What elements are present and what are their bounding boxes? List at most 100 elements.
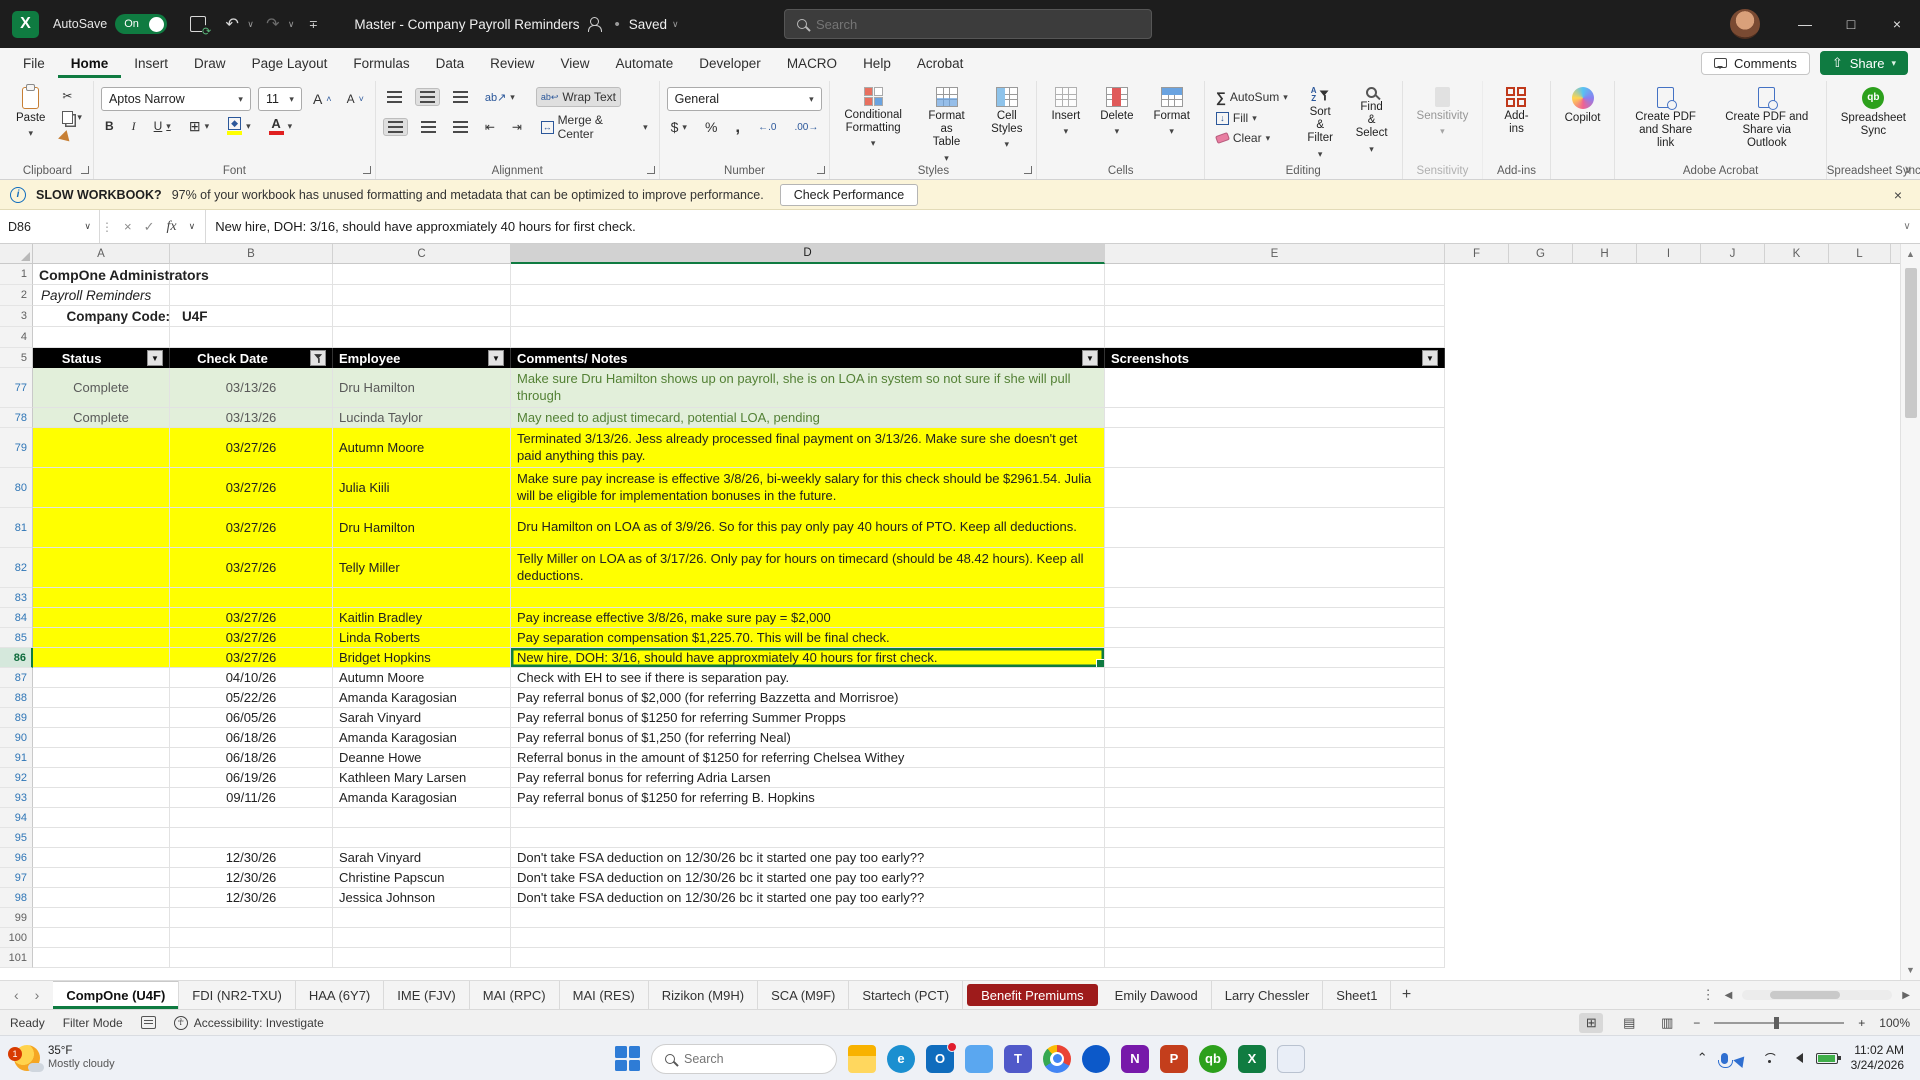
cell-note[interactable]: Don't take FSA deduction on 12/30/26 bc …	[511, 848, 1105, 868]
minimize-button[interactable]: —	[1782, 0, 1828, 48]
cell-employee[interactable]: Christine Papscun	[333, 868, 511, 888]
increase-decimal-button[interactable]: ←.0	[754, 120, 780, 135]
cell-employee[interactable]	[333, 928, 511, 948]
normal-view-button[interactable]: ⊞	[1579, 1012, 1604, 1033]
search-box[interactable]	[784, 9, 1152, 39]
cell-status[interactable]	[33, 808, 170, 828]
cell-employee[interactable]: Autumn Moore	[333, 428, 511, 468]
format-painter-button[interactable]	[58, 130, 86, 150]
cell-screenshots[interactable]	[1105, 948, 1445, 968]
sheet-tab-mai-rpc-[interactable]: MAI (RPC)	[470, 981, 560, 1009]
spreadsheet-sync-button[interactable]: qb Spreadsheet Sync	[1834, 83, 1913, 142]
alignment-dialog-launcher[interactable]	[646, 166, 655, 174]
page-break-view-button[interactable]: ▥	[1655, 1013, 1679, 1033]
row-number[interactable]: 3	[0, 306, 33, 327]
cell-status[interactable]	[33, 668, 170, 688]
sheet-tab-larry-chessler[interactable]: Larry Chessler	[1212, 981, 1324, 1009]
cell-employee[interactable]	[333, 948, 511, 968]
cancel-entry-icon[interactable]: ×	[124, 219, 132, 234]
taskbar-app-onenote-icon[interactable]: N	[1121, 1044, 1149, 1073]
saved-status[interactable]: Saved	[629, 17, 667, 32]
taskbar-app-powerpoint-icon[interactable]: P	[1160, 1044, 1188, 1073]
page-layout-view-button[interactable]: ▤	[1617, 1013, 1641, 1033]
cell-status[interactable]	[33, 768, 170, 788]
cell-note[interactable]: Pay separation compensation $1,225.70. T…	[511, 628, 1105, 648]
addins-button[interactable]: Add-ins	[1490, 83, 1542, 140]
cell-employee[interactable]: Jessica Johnson	[333, 888, 511, 908]
redo-button[interactable]: ↷	[258, 9, 288, 39]
top-align-button[interactable]	[383, 89, 406, 105]
column-header-F[interactable]: F	[1445, 244, 1509, 264]
zoom-level[interactable]: 100%	[1879, 1016, 1910, 1030]
insert-function-icon[interactable]: fx	[167, 219, 177, 235]
column-header-E[interactable]: E	[1105, 244, 1445, 264]
cell-employee[interactable]: Sarah Vinyard	[333, 708, 511, 728]
sheet-nav-next-icon[interactable]: ›	[35, 987, 40, 1003]
decrease-font-button[interactable]: A ˅	[343, 90, 368, 108]
cell-check-date[interactable]	[170, 828, 333, 848]
find-select-button[interactable]: Find & Select ▾	[1349, 83, 1395, 158]
cell-check-date[interactable]: 06/05/26	[170, 708, 333, 728]
row-number[interactable]: 91	[0, 748, 33, 768]
taskbar-app-notepad-icon[interactable]	[1277, 1044, 1305, 1073]
row-number[interactable]: 89	[0, 708, 33, 728]
ribbon-tab-draw[interactable]: Draw	[181, 48, 239, 78]
format-cells-button[interactable]: Format ▾	[1146, 83, 1196, 141]
horizontal-scroll-thumb[interactable]	[1770, 991, 1841, 999]
cell-check-date[interactable]: 04/10/26	[170, 668, 333, 688]
number-dialog-launcher[interactable]	[817, 166, 826, 174]
cell-check-date[interactable]: 03/27/26	[170, 648, 333, 668]
cell-screenshots[interactable]	[1105, 728, 1445, 748]
cell-check-date[interactable]: 03/27/26	[170, 508, 333, 548]
row-number[interactable]: 4	[0, 327, 33, 348]
row-number[interactable]: 78	[0, 408, 33, 428]
cell-note[interactable]: Make sure pay increase is effective 3/8/…	[511, 468, 1105, 508]
copy-button[interactable]: ▾	[58, 109, 86, 126]
sheet-tab-menu-icon[interactable]: ⋮	[1702, 987, 1715, 1003]
cell-employee[interactable]: Amanda Karagosian	[333, 688, 511, 708]
hscroll-left-icon[interactable]: ◀	[1725, 990, 1733, 1001]
microphone-tray-icon[interactable]	[1717, 1052, 1733, 1068]
cell-employee[interactable]: Linda Roberts	[333, 628, 511, 648]
cell-employee[interactable]	[333, 588, 511, 608]
decrease-decimal-button[interactable]: .00→	[790, 120, 822, 135]
cell[interactable]	[511, 264, 1105, 285]
sheet-tab-fdi-nr2-txu-[interactable]: FDI (NR2-TXU)	[179, 981, 296, 1009]
cell-check-date[interactable]: 03/27/26	[170, 548, 333, 588]
sheet-tab-haa-6y7-[interactable]: HAA (6Y7)	[296, 981, 385, 1009]
column-header-K[interactable]: K	[1765, 244, 1829, 264]
middle-align-button[interactable]	[414, 88, 440, 106]
cell-status[interactable]	[33, 508, 170, 548]
dismiss-notification-icon[interactable]: ×	[1894, 187, 1910, 203]
horizontal-scrollbar[interactable]	[1742, 990, 1893, 1000]
collapse-ribbon-button[interactable]: ∨	[1904, 163, 1912, 176]
taskbar-app-excel-icon[interactable]: X	[1238, 1044, 1266, 1073]
cell-screenshots[interactable]	[1105, 748, 1445, 768]
cell[interactable]	[511, 285, 1105, 306]
close-button[interactable]: ×	[1874, 0, 1920, 48]
row-number[interactable]: 100	[0, 928, 33, 948]
row-number[interactable]: 96	[0, 848, 33, 868]
filter-button[interactable]: ▼	[1082, 350, 1098, 366]
row-number[interactable]: 1	[0, 264, 33, 285]
sheet-tab-startech-pct-[interactable]: Startech (PCT)	[849, 981, 964, 1009]
row-number[interactable]: 98	[0, 888, 33, 908]
row-number[interactable]: 2	[0, 285, 33, 306]
cell-screenshots[interactable]	[1105, 668, 1445, 688]
cell-screenshots[interactable]	[1105, 868, 1445, 888]
cell-check-date[interactable]: 03/27/26	[170, 628, 333, 648]
row-number[interactable]: 92	[0, 768, 33, 788]
cell-note[interactable]: Pay referral bonus for referring Adria L…	[511, 768, 1105, 788]
cell-note[interactable]: Pay referral bonus of $1,250 (for referr…	[511, 728, 1105, 748]
comments-button[interactable]: Comments	[1701, 51, 1810, 75]
ribbon-tab-automate[interactable]: Automate	[602, 48, 686, 78]
cell-status[interactable]	[33, 848, 170, 868]
filter-button[interactable]: ▼	[146, 350, 163, 366]
cell-check-date[interactable]: 03/13/26	[170, 368, 333, 408]
column-header-A[interactable]: A	[33, 244, 170, 264]
cell-check-date[interactable]: 03/27/26	[170, 468, 333, 508]
cell-employee[interactable]	[333, 828, 511, 848]
font-dialog-launcher[interactable]	[362, 166, 371, 174]
cell-employee[interactable]: Amanda Karagosian	[333, 788, 511, 808]
cell-screenshots[interactable]	[1105, 708, 1445, 728]
